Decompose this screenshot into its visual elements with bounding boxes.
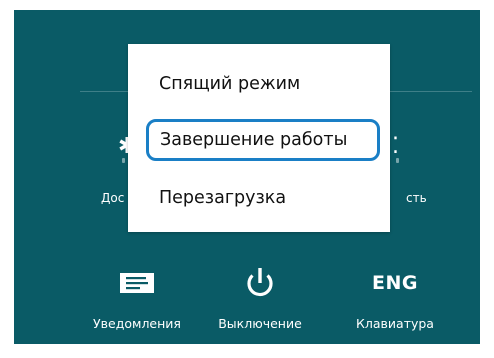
menu-item-restart[interactable]: Перезагрузка — [128, 178, 390, 218]
notifications-icon — [120, 273, 154, 293]
power-options-menu: Спящий режим Завершение работы Перезагру… — [128, 44, 390, 232]
power-button[interactable]: Выключение — [205, 256, 315, 342]
notifications-button[interactable]: Уведомления — [82, 256, 192, 342]
power-icon — [247, 268, 273, 297]
menu-item-sleep[interactable]: Спящий режим — [128, 64, 390, 104]
brightness-level-indicator — [122, 158, 125, 163]
keyboard-language-indicator: ENG — [372, 272, 418, 294]
keyboard-label: Клавиатура — [356, 316, 434, 331]
availability-level-indicator — [396, 158, 399, 163]
row1-right-label: сть — [406, 191, 427, 205]
notifications-label: Уведомления — [93, 316, 181, 331]
keyboard-button[interactable]: ENG Клавиатура — [340, 256, 450, 342]
row1-left-label: Дос — [101, 191, 125, 205]
power-label: Выключение — [218, 316, 302, 331]
availability-icon[interactable]: ⁚ — [392, 136, 399, 158]
charm-buttons-row: Уведомления Выключение ENG Клавиатура — [14, 256, 480, 342]
menu-item-shutdown[interactable]: Завершение работы — [146, 119, 380, 161]
screen: { "charms": { "row1": { "left_partial_la… — [0, 0, 494, 358]
